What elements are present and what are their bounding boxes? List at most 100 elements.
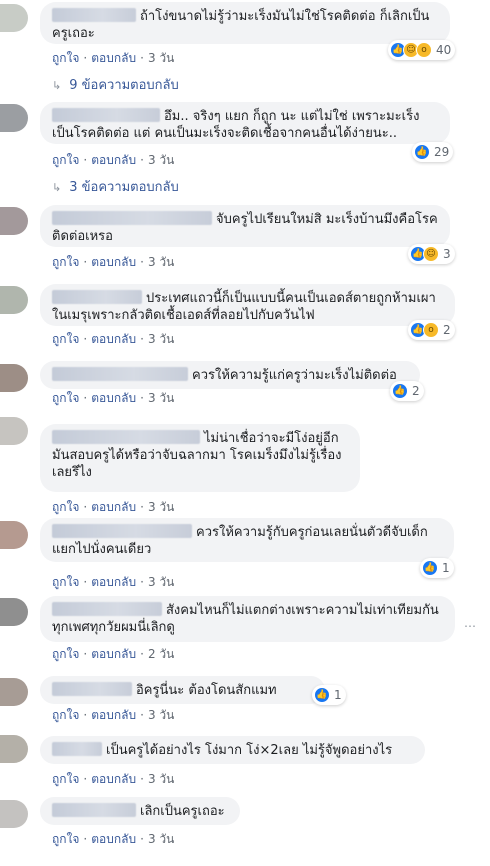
comment-actions: ถูกใจ · ตอบกลับ · 3 วัน (52, 831, 175, 847)
comment-bubble: สังคมไหนก็ไม่แตกต่างเพราะความไม่เท่าเทีย… (40, 596, 455, 642)
commenter-name[interactable] (52, 602, 162, 616)
reply-link[interactable]: ตอบกลับ (91, 707, 136, 723)
like-reaction-icon: 👍 (414, 144, 430, 160)
view-replies-link[interactable]: ↳ 9 ข้อความตอบกลับ (52, 77, 179, 95)
reaction-count: 1 (442, 561, 450, 575)
like-link[interactable]: ถูกใจ (52, 707, 79, 723)
comment-time[interactable]: 3 วัน (148, 152, 174, 168)
comment-time[interactable]: 3 วัน (148, 254, 174, 270)
avatar[interactable] (0, 286, 28, 314)
comment-time[interactable]: 3 วัน (148, 331, 174, 347)
comment-time[interactable]: 2 วัน (148, 646, 174, 662)
reaction-summary[interactable]: 👍 ☺ o 40 (388, 40, 456, 60)
reaction-summary[interactable]: 👍 29 (412, 142, 454, 162)
comment-time[interactable]: 3 วัน (148, 707, 174, 723)
reply-arrow-icon: ↳ (52, 181, 62, 194)
avatar[interactable] (0, 735, 28, 763)
reply-link[interactable]: ตอบกลับ (91, 331, 136, 347)
comment-actions: ถูกใจ · ตอบกลับ · 3 วัน (52, 50, 175, 66)
like-reaction-icon: 👍 (422, 560, 438, 576)
wow-reaction-icon: o (416, 42, 432, 58)
comment-bubble: อิครูนี่นะ ต้องโดนสักแมท (40, 676, 325, 704)
comment-actions: ถูกใจ · ตอบกลับ · 3 วัน (52, 574, 175, 590)
comment-actions: ถูกใจ · ตอบกลับ · 3 วัน (52, 152, 175, 168)
reaction-count: 2 (443, 323, 451, 337)
reaction-count: 2 (412, 384, 420, 398)
avatar[interactable] (0, 207, 28, 235)
comment-time[interactable]: 3 วัน (148, 499, 174, 515)
more-icon-wrap[interactable]: ⋯ (462, 616, 480, 636)
commenter-name[interactable] (52, 742, 102, 756)
reply-link[interactable]: ตอบกลับ (91, 390, 136, 406)
like-reaction-icon: 👍 (392, 383, 408, 399)
avatar[interactable] (0, 4, 28, 32)
comment-actions: ถูกใจ · ตอบกลับ · 2 วัน (52, 646, 175, 662)
like-link[interactable]: ถูกใจ (52, 331, 79, 347)
view-replies-link[interactable]: ↳ 3 ข้อความตอบกลับ (52, 179, 179, 197)
comment-text: ควรให้ความรู้แก่ครูว่ามะเร็งไม่ติดต่อ (192, 368, 397, 383)
comment-actions: ถูกใจ · ตอบกลับ · 3 วัน (52, 499, 175, 515)
reply-link[interactable]: ตอบกลับ (91, 499, 136, 515)
avatar[interactable] (0, 364, 28, 392)
commenter-name[interactable] (52, 524, 192, 538)
comment-actions: ถูกใจ · ตอบกลับ · 3 วัน (52, 771, 175, 787)
comment-bubble: เลิกเป็นครูเถอะ (40, 797, 240, 825)
comment-bubble: อึม.. จริงๆ แยก ก็ถูก นะ แต่ไม่ใช่ เพราะ… (40, 102, 450, 144)
comment-text: เป็นครูได้อย่างไร โง่มาก โง่×2เลย ไม่รู้… (106, 743, 393, 758)
avatar[interactable] (0, 521, 28, 549)
reply-link[interactable]: ตอบกลับ (91, 574, 136, 590)
reply-link[interactable]: ตอบกลับ (91, 50, 136, 66)
like-link[interactable]: ถูกใจ (52, 646, 79, 662)
reaction-count: 29 (434, 145, 450, 159)
reply-link[interactable]: ตอบกลับ (91, 152, 136, 168)
comment-bubble: ควรให้ความรู้แก่ครูว่ามะเร็งไม่ติดต่อ (40, 361, 420, 389)
commenter-name[interactable] (52, 803, 136, 817)
commenter-name[interactable] (52, 108, 160, 122)
comment-bubble: ไม่น่าเชื่อว่าจะมีโง่อยู่อีก มันสอบครูได… (40, 424, 360, 492)
commenter-name[interactable] (52, 367, 188, 381)
commenter-name[interactable] (52, 682, 132, 696)
comment-actions: ถูกใจ · ตอบกลับ · 3 วัน (52, 331, 175, 347)
reaction-summary[interactable]: 👍 1 (312, 685, 346, 705)
commenter-name[interactable] (52, 8, 136, 22)
like-link[interactable]: ถูกใจ (52, 50, 79, 66)
comment-bubble: ประเทศแถวนี้ก็เป็นแบบนี้คนเป็นเอดส์ตายถู… (40, 284, 455, 326)
comment-bubble: เป็นครูได้อย่างไร โง่มาก โง่×2เลย ไม่รู้… (40, 736, 425, 764)
comment-time[interactable]: 3 วัน (148, 50, 174, 66)
reply-arrow-icon: ↳ (52, 79, 62, 92)
like-link[interactable]: ถูกใจ (52, 390, 79, 406)
comment-bubble: ควรให้ความรู้กับครูก่อนเลยนั่นตัวดีจับเด… (40, 518, 454, 562)
commenter-name[interactable] (52, 211, 212, 225)
reaction-summary[interactable]: 👍 o 2 (408, 320, 455, 340)
comment-time[interactable]: 3 วัน (148, 390, 174, 406)
reaction-summary[interactable]: 👍 2 (390, 381, 424, 401)
like-link[interactable]: ถูกใจ (52, 831, 79, 847)
comment-actions: ถูกใจ · ตอบกลับ · 3 วัน (52, 390, 175, 406)
comment-time[interactable]: 3 วัน (148, 831, 174, 847)
reply-link[interactable]: ตอบกลับ (91, 831, 136, 847)
reply-link[interactable]: ตอบกลับ (91, 771, 136, 787)
comment-time[interactable]: 3 วัน (148, 574, 174, 590)
comment-text: อิครูนี่นะ ต้องโดนสักแมท (136, 683, 277, 698)
reaction-summary[interactable]: 👍 ☺ 3 (408, 244, 455, 264)
commenter-name[interactable] (52, 290, 142, 304)
comment-text: เลิกเป็นครูเถอะ (140, 804, 225, 819)
like-reaction-icon: 👍 (314, 687, 330, 703)
like-link[interactable]: ถูกใจ (52, 574, 79, 590)
avatar[interactable] (0, 598, 28, 626)
like-link[interactable]: ถูกใจ (52, 771, 79, 787)
commenter-name[interactable] (52, 430, 200, 444)
reaction-summary[interactable]: 👍 1 (420, 558, 454, 578)
avatar[interactable] (0, 678, 28, 706)
like-link[interactable]: ถูกใจ (52, 254, 79, 270)
like-link[interactable]: ถูกใจ (52, 152, 79, 168)
more-options-icon[interactable]: ⋯ (464, 619, 476, 633)
reply-link[interactable]: ตอบกลับ (91, 646, 136, 662)
avatar[interactable] (0, 417, 28, 445)
avatar[interactable] (0, 800, 28, 828)
comment-bubble: จับครูไปเรียนใหม่สิ มะเร็งบ้านมึงคือโรคต… (40, 205, 450, 247)
avatar[interactable] (0, 104, 28, 132)
comment-time[interactable]: 3 วัน (148, 771, 174, 787)
like-link[interactable]: ถูกใจ (52, 499, 79, 515)
reply-link[interactable]: ตอบกลับ (91, 254, 136, 270)
